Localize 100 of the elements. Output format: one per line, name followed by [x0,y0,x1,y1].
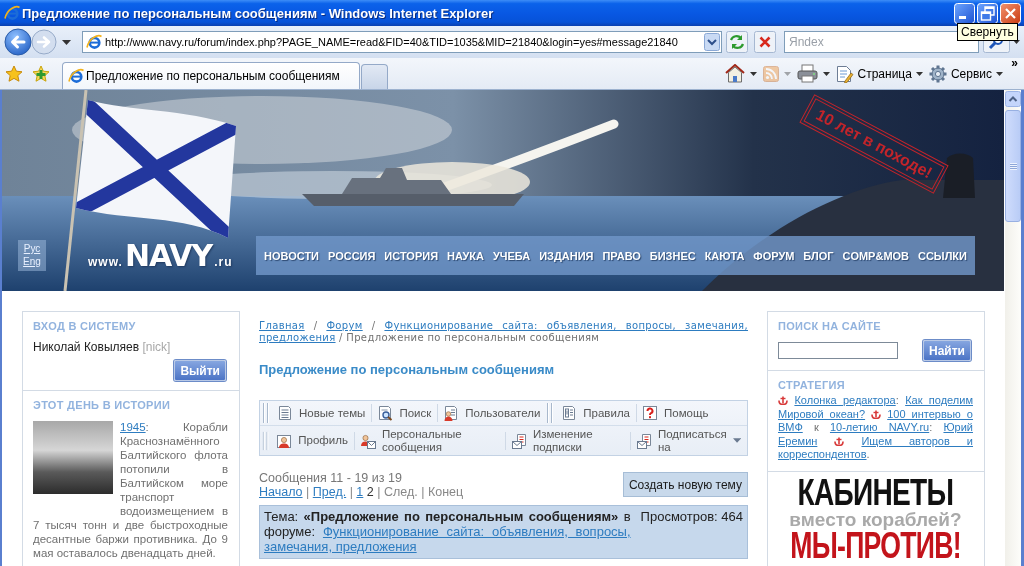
menu-link[interactable]: РОССИЯ [327,249,376,262]
menu-link[interactable]: НАУКА [447,249,484,262]
views-count: Просмотров: 464 [640,509,743,524]
menu-link[interactable]: ФОРУМ [753,249,795,262]
year-link[interactable]: 1945 [120,421,146,433]
page-title: Предложение по персональным сообщениям [259,362,556,378]
site-logo: www.NAVY.ru [88,238,233,273]
article-link[interactable]: ВМФ [778,421,803,433]
new-topic-button[interactable]: Создать новую тему [622,472,748,497]
history-text: 7 тысяч тонн и две быстроходные десантные баржи противника. До 9 мая оставалось двенадцать дней. [33,518,228,560]
ad-subline: вместо кораблей? [789,509,962,529]
toolbar-button[interactable]: Подписаться на [630,427,733,454]
breadcrumb: Главная / Форум / Функционирование сайта: объявления, вопросы, замечания, предложения / Предложение по персональным сообщениям [259,320,748,344]
page-link[interactable]: Начало [259,485,303,499]
toolbar-button[interactable]: Правила [556,405,636,421]
scrollbar-thumb[interactable] [1005,110,1021,222]
forum-link[interactable]: Функционирование сайта: объявления, вопросы, [322,524,631,539]
breadcrumb-link[interactable]: Главная [259,320,305,331]
dropdown-icon[interactable] [704,33,720,51]
caret-icon[interactable] [62,39,71,45]
strategy-text: Колонка редактора: Как поделим Мировой океан? 100 интервью о ВМФ к 10-летию NAVY.ru: Юрий Еремин Ищем авторов и корреспондентов. [778,394,973,462]
toolbar-button[interactable]: Поиск [372,405,438,421]
document-pencil-icon [835,64,854,83]
breadcrumb-link[interactable]: Форум [326,320,363,331]
menu-link[interactable]: ССЫЛКИ [917,249,967,262]
close-icon[interactable] [1000,2,1021,24]
nick-label: [nick] [142,340,171,354]
find-button[interactable]: Найти [923,340,971,361]
grip-icon[interactable] [262,402,270,424]
back-icon[interactable] [4,28,32,56]
browser-tab[interactable]: Предложение по персональным сообщениям [62,62,360,89]
tooltip: Свернуть [957,23,1018,41]
breadcrumb-link[interactable]: предложения [259,332,336,343]
scroll-up-icon[interactable] [1005,91,1021,107]
menu-link[interactable]: КАЮТА [704,249,745,262]
menu-link[interactable]: НОВОСТИ [264,249,320,262]
document-icon [561,405,578,421]
refresh-icon[interactable] [726,31,748,53]
page-link[interactable]: 1 [356,485,364,499]
forum-link[interactable]: замечания, предложения [264,539,417,554]
envelope-document-icon [635,432,652,449]
user-name: Николай Ковыляев [33,340,140,354]
anchor-icon [871,408,882,419]
article-link[interactable]: Еремин [778,434,818,447]
browser-logo-icon [4,5,20,21]
menu-link[interactable]: УЧЕБА [492,249,531,262]
browser-logo-icon [68,68,84,84]
toolbar-button[interactable]: Пользователи [438,405,547,421]
restore-icon[interactable] [977,2,998,24]
document-magnifier-icon [377,405,394,421]
menu-link[interactable]: COMP&MOB [842,249,910,262]
menu-link[interactable]: ПРАВО [602,249,641,262]
question-mark-icon [642,405,658,421]
grip-icon[interactable] [546,402,555,424]
menu-link[interactable]: ИСТОРИЯ [384,249,439,262]
toolbar-button[interactable]: Помощь [637,405,715,421]
breadcrumb-link[interactable]: Функционирование сайта: объявления, вопросы, замечания, [384,320,748,331]
menu-link[interactable]: БЛОГ [803,249,834,262]
article-link[interactable]: Как поделим [905,394,973,406]
browser-logo-icon [86,34,102,50]
message-count: Сообщения 11 - 19 из 19 [259,471,403,485]
section-heading: ПОИСК НА САЙТЕ [778,320,882,333]
printer-icon[interactable] [796,64,818,83]
topic-text: Тема: «Предложение по персональным сообщениям» в форуме: Функционирование сайта: объявления, вопросы, замечания, предложения [264,509,631,554]
caret-icon[interactable] [1013,40,1020,44]
more-commands-button[interactable]: » [1011,56,1018,70]
tools-menu-button[interactable]: Сервис [928,64,1003,83]
article-link[interactable]: Мировой океан? [778,407,866,420]
section-heading: ЭТОТ ДЕНЬ В ИСТОРИИ [33,399,172,412]
page-link[interactable]: Пред. [312,485,347,499]
toolbar-button[interactable]: Изменение подписки [505,427,630,454]
document-list-icon [277,405,293,421]
add-favorite-icon[interactable] [32,64,50,83]
site-search-field[interactable] [778,342,898,359]
stop-icon[interactable] [754,31,776,53]
user-document-icon [443,405,460,421]
article-link[interactable]: Колонка редактора [794,394,896,406]
minimize-icon[interactable] [954,2,975,24]
caret-icon[interactable] [822,71,830,76]
favorites-star-icon[interactable] [5,64,23,83]
article-link[interactable]: Ищем авторов и [861,434,973,447]
language-link[interactable]: Рус [23,243,41,254]
toolbar-button[interactable]: Новые темы [272,405,372,421]
article-link[interactable]: Юрий [943,421,973,433]
gear-icon [928,64,947,83]
menu-link[interactable]: ИЗДАНИЯ [539,249,594,262]
article-link[interactable]: 100 интервью о [887,407,973,420]
article-link[interactable]: корреспондентов [778,448,867,460]
home-icon[interactable] [724,64,745,83]
page-menu-button[interactable]: Страница [835,64,923,83]
toolbar-button[interactable]: Профиль [271,432,354,449]
language-link[interactable]: Eng [23,256,41,267]
menu-link[interactable]: БИЗНЕС [649,249,696,262]
logout-button[interactable]: Выйти [174,360,226,381]
user-icon [276,432,293,449]
grip-icon[interactable] [262,429,270,452]
toolbar-button[interactable]: Персональные сообщения [354,427,505,454]
address-field[interactable]: http://www.navy.ru/forum/index.php?PAGE_NAME=read&FID=40&TID=1035&MID=21840&login=yes#message21840 [82,31,722,53]
anchor-icon [778,395,788,405]
caret-icon[interactable] [749,71,757,76]
